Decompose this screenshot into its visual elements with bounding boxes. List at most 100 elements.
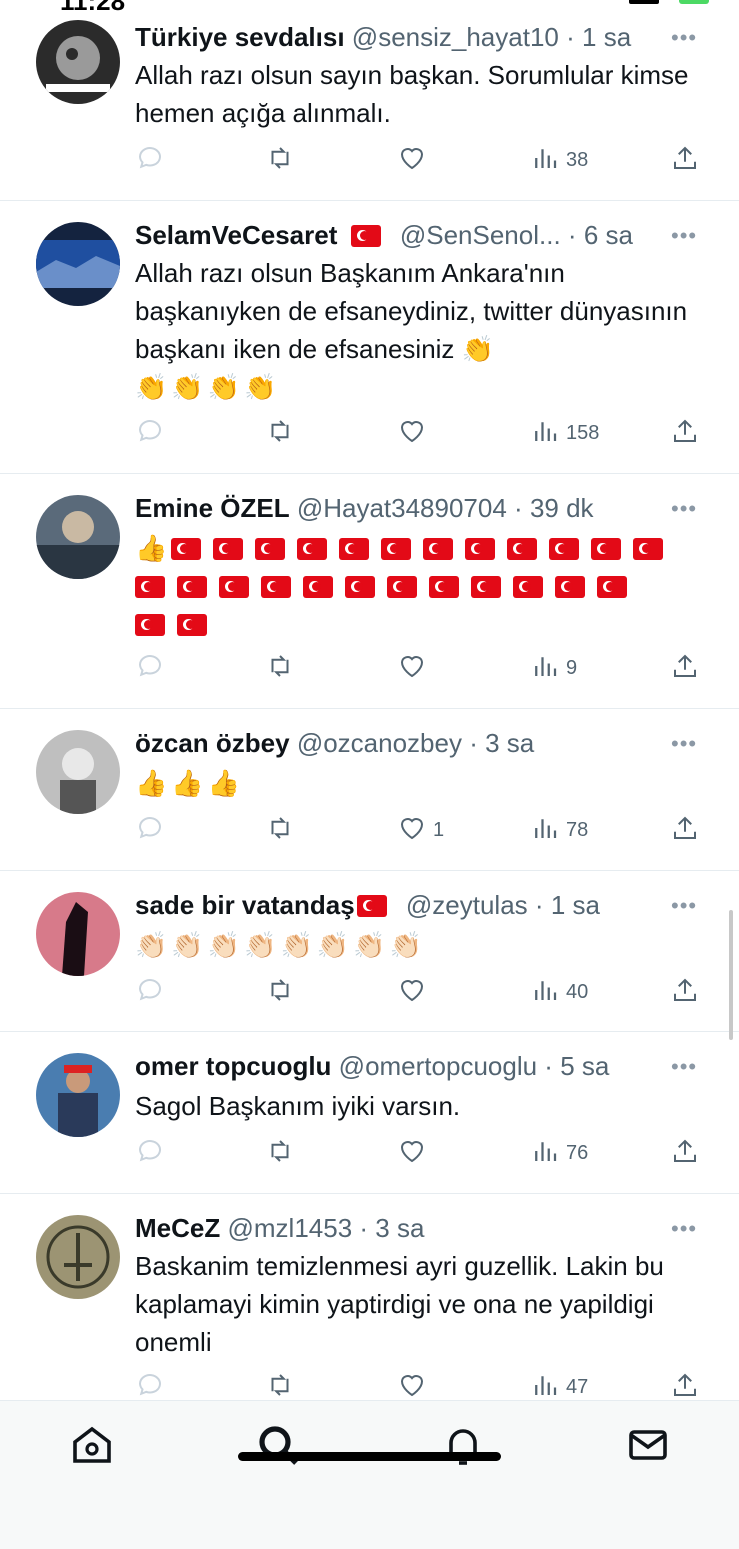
author-handle[interactable]: @Hayat34890704 [297,493,507,523]
share-button[interactable] [670,812,700,848]
turkish-flag-icon [555,576,585,598]
reply-button[interactable] [135,142,165,178]
reply-button[interactable] [135,812,165,848]
author-handle[interactable]: @mzl1453 [227,1213,352,1243]
scroll-indicator[interactable] [729,910,733,1040]
retweet-button[interactable] [265,142,295,178]
home-tab[interactable] [68,1421,116,1469]
author-name[interactable]: SelamVeCesaret [135,220,337,250]
author-handle[interactable]: @sensiz_hayat10 [352,22,559,52]
home-indicator[interactable] [238,1452,501,1461]
turkish-flag-icon [303,576,333,598]
tweet-time[interactable]: 3 sa [375,1213,424,1243]
like-button[interactable] [397,415,433,451]
author-name[interactable]: omer topcuoglu [135,1051,331,1081]
reply-button[interactable] [135,974,165,1010]
reply-button[interactable] [135,1369,165,1400]
reply-icon [135,1136,165,1171]
more-options-icon[interactable]: ••• [671,733,699,755]
retweet-button[interactable] [265,415,295,451]
separator-dot: · [359,1213,369,1243]
author-name[interactable]: Türkiye sevdalısı [135,22,345,52]
messages-tab[interactable] [624,1421,672,1469]
turkish-flag-icon [429,576,459,598]
more-options-icon[interactable]: ••• [671,1218,699,1240]
author-name[interactable]: özcan özbey [135,728,290,758]
views-icon [530,1370,560,1401]
avatar[interactable] [36,730,120,814]
reply-feed[interactable]: Türkiye sevdalısı @sensiz_hayat10 · 1 sa… [0,0,739,1400]
retweet-button[interactable] [265,974,295,1010]
views-count: 47 [566,1375,589,1398]
tweet-header: sade bir vatandaş @zeytulas · 1 sa [135,888,679,922]
more-options-icon[interactable]: ••• [671,895,699,917]
share-icon [670,143,700,178]
like-button[interactable] [397,1369,433,1400]
tweet-time[interactable]: 39 dk [530,493,594,523]
views-button[interactable]: 158 [530,415,599,451]
retweet-button[interactable] [265,650,295,686]
notifications-tab[interactable] [439,1421,487,1469]
retweet-button[interactable] [265,812,295,848]
reply-tweet[interactable]: MeCeZ @mzl1453 · 3 sa ••• Baskanim temiz… [0,1193,739,1400]
views-button[interactable]: 78 [530,812,588,848]
retweet-button[interactable] [265,1369,295,1400]
tweet-actions: 9 [135,650,705,686]
share-button[interactable] [670,1369,700,1400]
avatar[interactable] [36,222,120,306]
search-tab[interactable] [254,1421,302,1469]
author-handle[interactable]: @ozcanozbey [297,728,462,758]
more-options-icon[interactable]: ••• [671,1056,699,1078]
reply-button[interactable] [135,1135,165,1171]
tweet-time[interactable]: 3 sa [485,728,534,758]
share-button[interactable] [670,415,700,451]
views-button[interactable]: 38 [530,142,588,178]
author-handle[interactable]: @omertopcuoglu [339,1051,537,1081]
reply-tweet[interactable]: Emine ÖZEL @Hayat34890704 · 39 dk ••• 👍 … [0,473,739,709]
share-button[interactable] [670,1135,700,1171]
tweet-time[interactable]: 6 sa [584,220,633,250]
share-button[interactable] [670,974,700,1010]
turkish-flag-icon [135,614,165,636]
author-handle[interactable]: @SenSenol... [400,220,561,250]
like-button[interactable] [397,974,433,1010]
reply-button[interactable] [135,650,165,686]
reply-button[interactable] [135,415,165,451]
author-handle[interactable]: @zeytulas [406,890,528,920]
avatar[interactable] [36,1053,120,1137]
avatar[interactable] [36,20,120,104]
more-options-icon[interactable]: ••• [671,27,699,49]
reply-tweet[interactable]: Türkiye sevdalısı @sensiz_hayat10 · 1 sa… [0,0,739,201]
views-button[interactable]: 9 [530,650,577,686]
author-name[interactable]: Emine ÖZEL [135,493,290,523]
separator-dot: · [514,493,523,523]
reply-tweet[interactable]: omer topcuoglu @omertopcuoglu · 5 sa •••… [0,1031,739,1194]
share-button[interactable] [670,142,700,178]
like-button[interactable] [397,1135,433,1171]
like-button[interactable]: 1 [397,812,444,848]
author-name[interactable]: MeCeZ [135,1213,220,1243]
tweet-header: omer topcuoglu @omertopcuoglu · 5 sa [135,1049,679,1083]
retweet-button[interactable] [265,1135,295,1171]
like-button[interactable] [397,142,433,178]
avatar[interactable] [36,892,120,976]
avatar[interactable] [36,1215,120,1299]
retweet-icon [265,416,295,451]
author-name[interactable]: sade bir vatandaş [135,890,355,920]
tweet-time[interactable]: 5 sa [560,1051,609,1081]
reply-tweet[interactable]: özcan özbey @ozcanozbey · 3 sa ••• 👍👍👍 1… [0,708,739,871]
tweet-time[interactable]: 1 sa [551,890,600,920]
share-button[interactable] [670,650,700,686]
like-button[interactable] [397,650,433,686]
reply-tweet[interactable]: SelamVeCesaret @SenSenol... · 6 sa ••• A… [0,200,739,474]
more-options-icon[interactable]: ••• [671,498,699,520]
avatar[interactable] [36,495,120,579]
reply-tweet[interactable]: sade bir vatandaş @zeytulas · 1 sa ••• 👏… [0,870,739,1032]
tweet-time[interactable]: 1 sa [582,22,631,52]
views-button[interactable]: 76 [530,1135,588,1171]
more-options-icon[interactable]: ••• [671,225,699,247]
views-button[interactable]: 47 [530,1369,588,1400]
views-button[interactable]: 40 [530,974,588,1010]
turkish-flag-icon [471,576,501,598]
tweet-actions: 40 [135,974,705,1010]
